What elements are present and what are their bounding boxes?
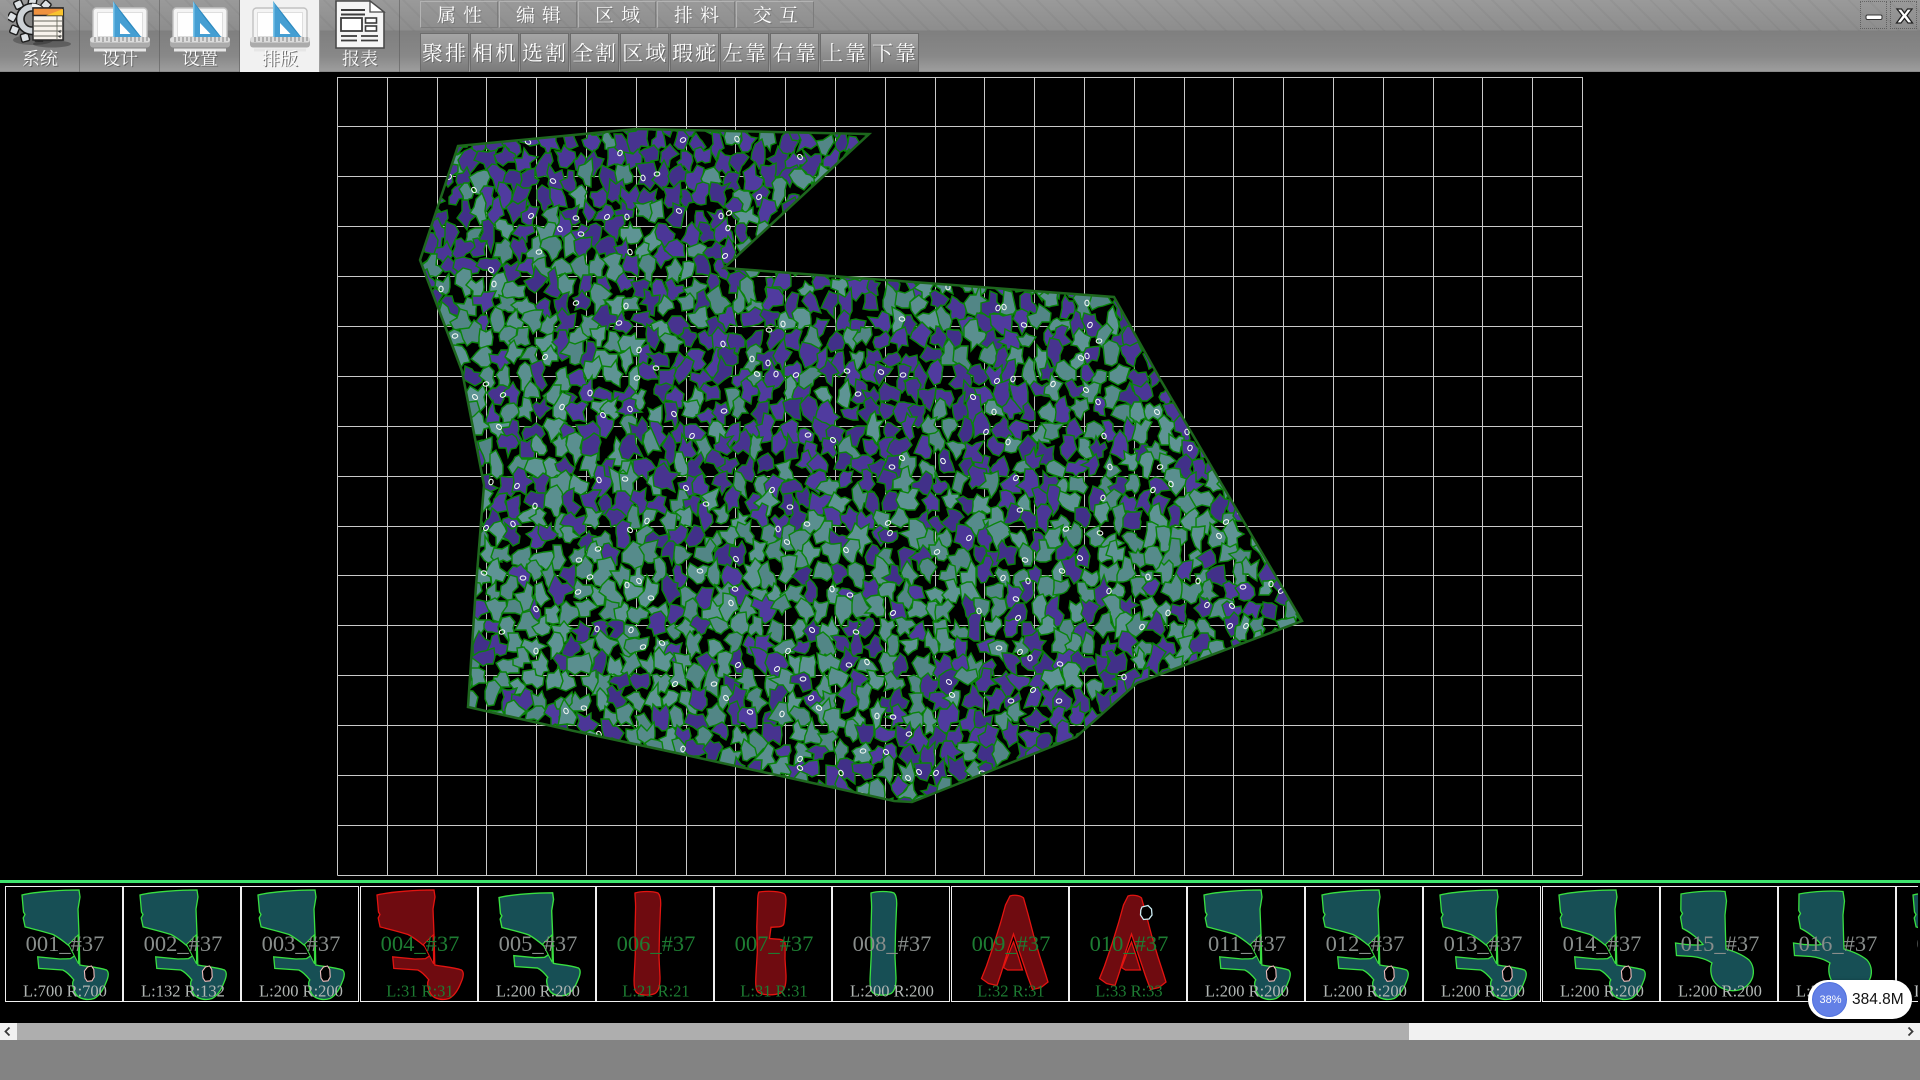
svg-text:009_#37: 009_#37 [972, 931, 1051, 956]
svg-text:L:200 R:200: L:200 R:200 [1205, 982, 1289, 1001]
svg-text:003_#37: 003_#37 [262, 931, 341, 956]
svg-text:L:200 R:200: L:200 R:200 [1678, 982, 1762, 1001]
svg-text:016_#37: 016_#37 [1799, 931, 1878, 956]
svg-text:L:200 R:200: L:200 R:200 [1441, 982, 1525, 1001]
svg-text:005_#37: 005_#37 [499, 931, 578, 956]
svg-text:001_#37: 001_#37 [26, 931, 105, 956]
svg-text:L:31 R:31: L:31 R:31 [740, 982, 807, 1001]
svg-text:010_#37: 010_#37 [1090, 931, 1169, 956]
svg-text:013_#37: 013_#37 [1444, 931, 1523, 956]
svg-text:L:32 R:31: L:32 R:31 [977, 982, 1044, 1001]
svg-text:L:31 R:31: L:31 R:31 [386, 982, 453, 1001]
svg-text:007_#37: 007_#37 [735, 931, 814, 956]
svg-text:L:200 R:200: L:200 R:200 [1914, 982, 1918, 1001]
svg-text:002_#37: 002_#37 [144, 931, 223, 956]
svg-text:006_#37: 006_#37 [617, 931, 696, 956]
svg-text:L:33 R:33: L:33 R:33 [1095, 982, 1162, 1001]
svg-text:L:700 R:700: L:700 R:700 [23, 982, 107, 1001]
svg-text:L:200 R:200: L:200 R:200 [850, 982, 934, 1001]
svg-text:008_#37: 008_#37 [853, 931, 932, 956]
svg-text:L:200 R:200: L:200 R:200 [1323, 982, 1407, 1001]
svg-text:012_#37: 012_#37 [1326, 931, 1405, 956]
svg-text:011_#37: 011_#37 [1208, 931, 1286, 956]
svg-text:L:21 R:21: L:21 R:21 [622, 982, 689, 1001]
svg-text:L:200 R:200: L:200 R:200 [496, 982, 580, 1001]
svg-text:L:132 R:132: L:132 R:132 [141, 982, 225, 1001]
svg-text:004_#37: 004_#37 [381, 931, 460, 956]
svg-text:L:200 R:200: L:200 R:200 [1560, 982, 1644, 1001]
svg-text:015_#37: 015_#37 [1681, 931, 1760, 956]
svg-text:014_#37: 014_#37 [1563, 931, 1642, 956]
svg-text:017_#37: 017_#37 [1917, 931, 1918, 956]
svg-text:L:200 R:200: L:200 R:200 [259, 982, 343, 1001]
